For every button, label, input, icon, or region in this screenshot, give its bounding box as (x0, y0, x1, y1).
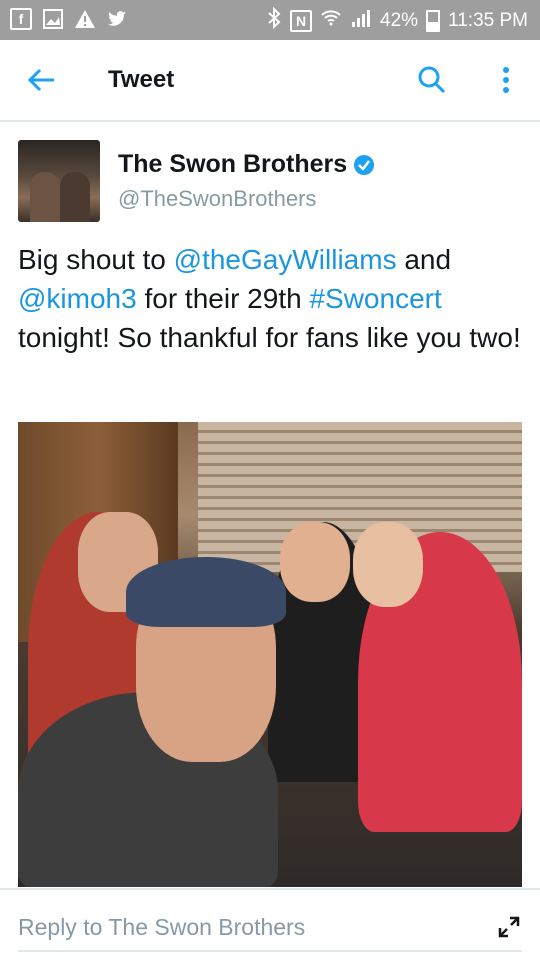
hashtag-link[interactable]: #Swoncert (309, 283, 441, 314)
tweet-text-part: tonight! So thankful for fans like you t… (18, 322, 521, 353)
avatar-figure (30, 172, 60, 222)
gallery-icon (42, 8, 64, 30)
system-status: N 42% 11:35 PM (266, 6, 528, 35)
clock: 11:35 PM (448, 10, 528, 31)
expand-reply-button[interactable] (496, 914, 522, 940)
display-name-text: The Swon Brothers (118, 150, 348, 178)
mention-link[interactable]: @kimoh3 (18, 283, 137, 314)
tweet-photo[interactable] (18, 422, 522, 887)
app-bar: Tweet (0, 40, 540, 122)
avatar[interactable] (18, 140, 100, 222)
avatar-figure (60, 172, 90, 222)
signal-icon (350, 7, 372, 35)
mention-link[interactable]: @theGayWilliams (174, 244, 397, 275)
display-name[interactable]: The Swon Brothers (118, 150, 375, 179)
notification-icons: f (10, 8, 128, 30)
status-bar: f N 42% 11:35 PM (0, 0, 540, 40)
alert-icon (74, 8, 96, 30)
reply-input[interactable]: Reply to The Swon Brothers (18, 914, 305, 941)
more-options-button[interactable] (490, 60, 522, 100)
facebook-icon: f (10, 8, 32, 30)
photo-face (353, 522, 423, 607)
twitter-icon (106, 8, 128, 30)
back-button[interactable] (22, 60, 62, 100)
page-title: Tweet (108, 66, 175, 93)
reply-bar: Reply to The Swon Brothers (0, 888, 540, 962)
verified-badge-icon (354, 154, 375, 175)
battery-percent: 42% (380, 10, 419, 31)
battery-icon (426, 10, 441, 32)
back-arrow-icon (27, 68, 54, 92)
user-handle[interactable]: @TheSwonBrothers (118, 186, 316, 212)
tweet-text-part: and (396, 244, 452, 275)
photo-cap (126, 557, 286, 627)
wifi-icon (320, 7, 342, 35)
tweet-text-part: Big shout to (18, 244, 174, 275)
search-icon (418, 66, 446, 94)
expand-icon (498, 916, 520, 938)
photo-face (280, 522, 350, 602)
tweet-text-part: for their 29th (136, 283, 310, 314)
search-button[interactable] (412, 60, 452, 100)
bluetooth-icon (266, 6, 282, 35)
tweet-text: Big shout to @theGayWilliams and @kimoh3… (18, 240, 523, 357)
nfc-icon: N (290, 10, 313, 32)
battery-level (428, 22, 439, 30)
reply-underline (18, 950, 522, 952)
more-vertical-icon (503, 67, 509, 93)
